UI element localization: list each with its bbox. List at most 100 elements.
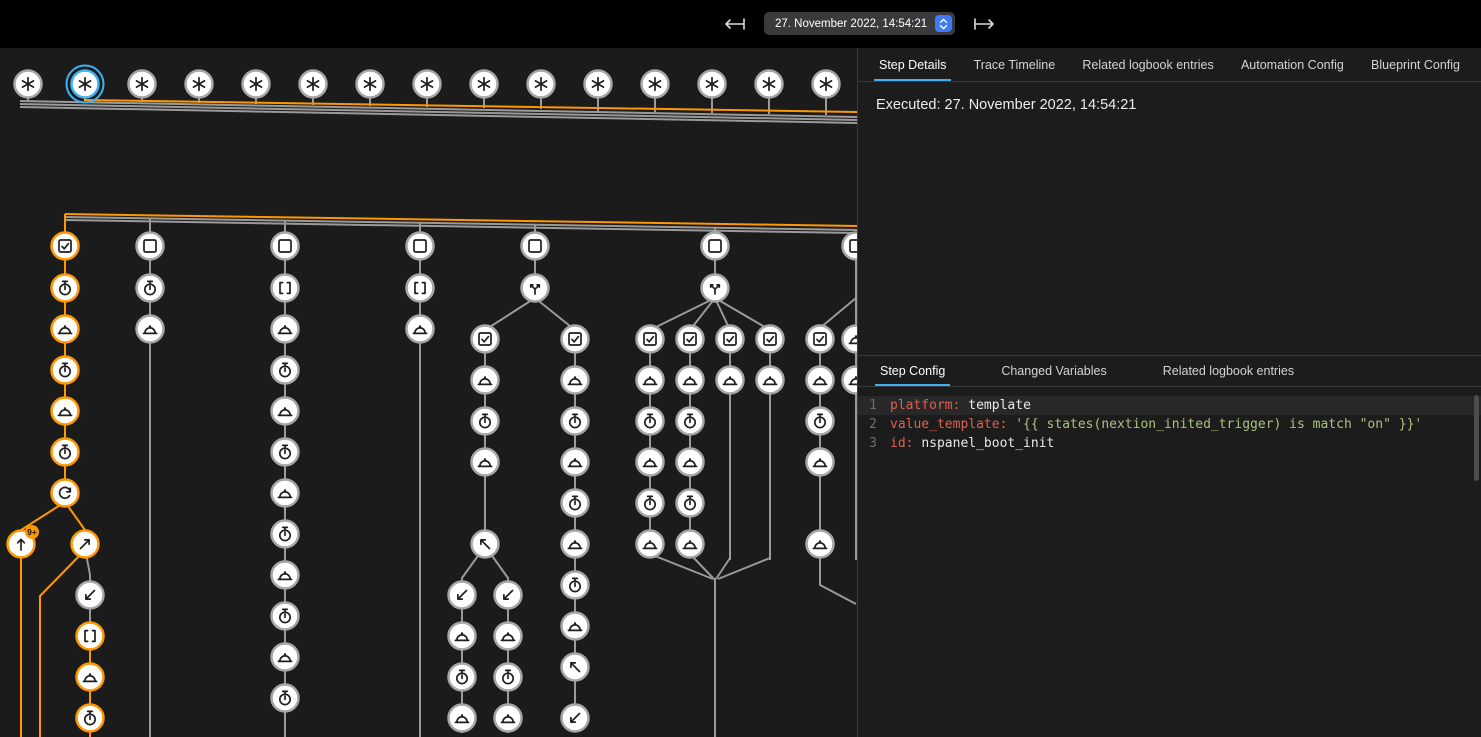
trace-node-checkbox-blank[interactable] <box>702 233 729 260</box>
trace-node-arrow-bottom-left[interactable] <box>562 705 589 732</box>
trace-node-asterisk[interactable] <box>642 71 669 98</box>
trace-node-timer[interactable] <box>562 490 589 517</box>
trace-node-room-service[interactable] <box>495 623 522 650</box>
trace-node-code-brackets[interactable] <box>407 275 434 302</box>
trace-node-room-service[interactable] <box>495 705 522 732</box>
trace-node-arrow-bottom-left[interactable] <box>77 582 104 609</box>
trace-node-room-service[interactable] <box>807 367 834 394</box>
trace-node-room-service[interactable] <box>637 367 664 394</box>
trace-node-checkbox-marked[interactable] <box>757 326 784 353</box>
trace-node-repeat[interactable] <box>52 480 79 507</box>
trace-node-room-service[interactable] <box>562 531 589 558</box>
tab-changed-variables[interactable]: Changed Variables <box>996 356 1111 386</box>
trace-node-timer[interactable] <box>677 408 704 435</box>
trace-node-timer[interactable] <box>449 664 476 691</box>
trace-node-room-service[interactable] <box>272 398 299 425</box>
trace-node-room-service[interactable] <box>677 531 704 558</box>
trace-node-asterisk[interactable] <box>528 71 555 98</box>
trace-node-checkbox-marked[interactable] <box>472 326 499 353</box>
trace-node-asterisk[interactable] <box>699 71 726 98</box>
trace-node-room-service[interactable] <box>449 623 476 650</box>
trace-node-arrow-bottom-left[interactable] <box>495 582 522 609</box>
trace-node-code-brackets[interactable] <box>272 275 299 302</box>
scrollbar-thumb[interactable] <box>1474 395 1479 481</box>
trace-node-room-service[interactable] <box>272 316 299 343</box>
trace-node-timer[interactable] <box>495 664 522 691</box>
trace-node-asterisk[interactable] <box>129 71 156 98</box>
trace-node-timer[interactable] <box>52 275 79 302</box>
trace-node-checkbox-marked[interactable] <box>807 326 834 353</box>
trace-node-room-service[interactable] <box>677 367 704 394</box>
trace-node-room-service[interactable] <box>472 367 499 394</box>
trace-node-timer[interactable] <box>272 439 299 466</box>
trace-node-timer[interactable] <box>677 490 704 517</box>
trace-node-room-service[interactable] <box>843 326 858 353</box>
trace-node-asterisk[interactable] <box>67 66 104 103</box>
trace-node-asterisk[interactable] <box>357 71 384 98</box>
tab-automation-config[interactable]: Automation Config <box>1236 48 1349 81</box>
trace-node-checkbox-marked[interactable] <box>677 326 704 353</box>
trace-node-room-service[interactable] <box>272 562 299 589</box>
tab-step-config[interactable]: Step Config <box>875 356 950 386</box>
trace-node-checkbox-marked[interactable] <box>717 326 744 353</box>
trace-node-timer[interactable] <box>272 685 299 712</box>
trace-node-timer[interactable] <box>77 705 104 732</box>
trace-node-arrow-top-left[interactable] <box>562 654 589 681</box>
trace-node-room-service[interactable] <box>52 398 79 425</box>
trace-graph[interactable]: 9+ <box>0 48 857 737</box>
trace-node-asterisk[interactable] <box>756 71 783 98</box>
trace-node-room-service[interactable] <box>562 367 589 394</box>
trace-node-arrow-up[interactable]: 9+ <box>8 525 40 558</box>
trace-node-room-service[interactable] <box>52 316 79 343</box>
trace-node-checkbox-blank[interactable] <box>843 233 858 260</box>
trace-node-room-service[interactable] <box>637 449 664 476</box>
trace-node-asterisk[interactable] <box>243 71 270 98</box>
trace-node-timer[interactable] <box>52 357 79 384</box>
trace-node-call-split[interactable] <box>702 275 729 302</box>
code-block[interactable]: 1platform: template2value_template: '{{ … <box>858 387 1481 737</box>
trace-node-room-service[interactable] <box>843 367 858 394</box>
trace-node-call-split[interactable] <box>522 275 549 302</box>
trace-node-timer[interactable] <box>272 603 299 630</box>
trace-node-timer[interactable] <box>272 357 299 384</box>
trace-node-checkbox-marked[interactable] <box>562 326 589 353</box>
trace-node-room-service[interactable] <box>407 316 434 343</box>
trace-node-timer[interactable] <box>562 572 589 599</box>
trace-node-room-service[interactable] <box>562 613 589 640</box>
trace-node-checkbox-marked[interactable] <box>637 326 664 353</box>
trace-node-timer[interactable] <box>807 408 834 435</box>
trace-node-checkbox-blank[interactable] <box>137 233 164 260</box>
trace-node-arrow-bottom-left[interactable] <box>449 582 476 609</box>
trace-node-checkbox-blank[interactable] <box>272 233 299 260</box>
trace-node-room-service[interactable] <box>637 531 664 558</box>
trace-node-timer[interactable] <box>137 275 164 302</box>
trace-node-room-service[interactable] <box>807 449 834 476</box>
trace-node-checkbox-marked[interactable] <box>52 233 79 260</box>
tab-step-details[interactable]: Step Details <box>874 48 951 81</box>
run-datetime-select[interactable]: 27. November 2022, 14:54:21 <box>764 12 955 35</box>
trace-node-asterisk[interactable] <box>585 71 612 98</box>
trace-node-asterisk[interactable] <box>414 71 441 98</box>
trace-node-asterisk[interactable] <box>15 71 42 98</box>
tab-related-logbook-entries[interactable]: Related logbook entries <box>1077 48 1218 81</box>
trace-node-asterisk[interactable] <box>471 71 498 98</box>
trace-node-asterisk[interactable] <box>300 71 327 98</box>
trace-node-asterisk[interactable] <box>813 71 840 98</box>
trace-node-timer[interactable] <box>562 408 589 435</box>
trace-node-room-service[interactable] <box>807 531 834 558</box>
trace-node-room-service[interactable] <box>77 664 104 691</box>
trace-node-checkbox-blank[interactable] <box>522 233 549 260</box>
trace-node-asterisk[interactable] <box>186 71 213 98</box>
trace-node-arrow-top-right[interactable] <box>72 531 99 558</box>
trace-node-room-service[interactable] <box>757 367 784 394</box>
trace-node-timer[interactable] <box>52 439 79 466</box>
trace-node-timer[interactable] <box>637 490 664 517</box>
trace-node-timer[interactable] <box>472 408 499 435</box>
tab-related-logbook-entries-bottom[interactable]: Related logbook entries <box>1158 356 1299 386</box>
trace-node-room-service[interactable] <box>472 449 499 476</box>
trace-node-room-service[interactable] <box>272 480 299 507</box>
trace-node-timer[interactable] <box>637 408 664 435</box>
next-run-button[interactable] <box>971 15 999 33</box>
trace-node-timer[interactable] <box>272 521 299 548</box>
trace-node-room-service[interactable] <box>717 367 744 394</box>
